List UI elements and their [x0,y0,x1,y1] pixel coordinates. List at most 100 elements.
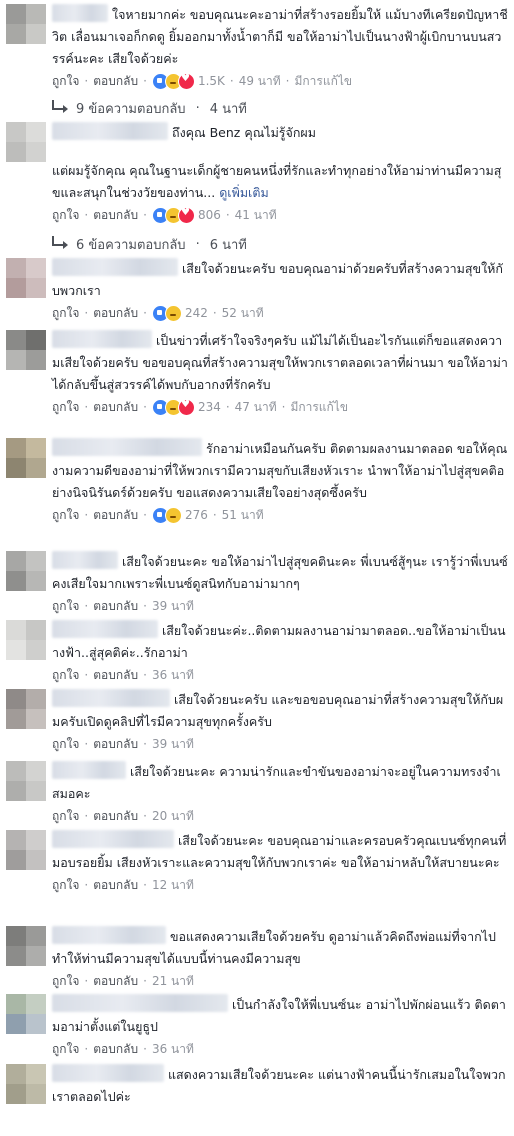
timestamp[interactable]: 49 นาที [239,72,281,91]
comment-text: เสียใจด้วยนะคะ ขอให้อาม่าไปสู่สุขคตินะคะ… [52,554,508,591]
like-link[interactable]: ถูกใจ [52,735,79,754]
reply-link[interactable]: ตอบกลับ [93,666,138,685]
reply-arrow-icon [52,100,68,113]
timestamp[interactable]: 39 นาที [152,597,194,616]
like-link[interactable]: ถูกใจ [52,597,79,616]
commenter-name[interactable] [52,994,228,1012]
avatar[interactable] [6,830,46,870]
reply-link[interactable]: ตอบกลับ [93,398,138,417]
love-reaction-icon [177,206,195,224]
comment-actions: ถูกใจ · ตอบกลับ · 36 นาที [52,1038,508,1060]
edited-label[interactable]: มีการแก้ไข [290,398,348,417]
timestamp[interactable]: 52 นาที [222,304,264,323]
reply-link[interactable]: ตอบกลับ [93,876,138,895]
avatar[interactable] [6,1064,46,1104]
reply-link[interactable]: ตอบกลับ [93,807,138,826]
reaction-count[interactable]: 242 [185,306,208,320]
reaction-count[interactable]: 276 [185,508,208,522]
reply-link[interactable]: ตอบกลับ [93,304,138,323]
timestamp[interactable]: 47 นาที [235,398,277,417]
avatar[interactable] [6,330,46,370]
avatar[interactable] [6,620,46,660]
timestamp[interactable]: 39 นาที [152,735,194,754]
replies-count[interactable]: 6 ข้อความตอบกลับ [76,234,186,255]
sad-reaction-icon [164,506,182,524]
timestamp[interactable]: 12 นาที [152,876,194,895]
comment-actions: ถูกใจ · ตอบกลับ · 36 นาที [52,664,508,686]
commenter-name[interactable] [52,1064,164,1082]
reply-link[interactable]: ตอบกลับ [93,72,138,91]
reply-link[interactable]: ตอบกลับ [93,735,138,754]
avatar[interactable] [6,761,46,801]
reaction-count[interactable]: 234 [198,400,221,414]
comment-actions: ถูกใจ· ตอบกลับ· 234· 47 นาที· มีการแก้ไข [52,396,508,418]
view-replies-link[interactable]: 9 ข้อความตอบกลับ · 4 นาที [52,98,508,118]
reply-link[interactable]: ตอบกลับ [93,1040,138,1059]
commenter-name[interactable] [52,830,174,848]
comment-actions: ถูกใจ· ตอบกลับ· 806· 41 นาที [52,204,508,226]
like-link[interactable]: ถูกใจ [52,398,79,417]
love-reaction-icon [177,398,195,416]
love-reaction-icon [177,72,195,90]
comment-text: ถึงคุณ Benz คุณไม่รู้จักผม [172,125,316,140]
reaction-icons[interactable] [151,72,195,90]
reaction-icons[interactable] [151,398,195,416]
like-link[interactable]: ถูกใจ [52,1040,79,1059]
timestamp[interactable]: 21 นาที [152,972,194,991]
reaction-count[interactable]: 806 [198,208,221,222]
reply-link[interactable]: ตอบกลับ [93,206,138,225]
see-more-link[interactable]: ดูเพิ่มเติม [219,185,269,200]
comment-actions: ถูกใจ · ตอบกลับ · 39 นาที [52,595,508,617]
comment-actions: ถูกใจ · ตอบกลับ · 20 นาที [52,805,508,827]
avatar[interactable] [6,258,46,298]
like-link[interactable]: ถูกใจ [52,876,79,895]
replies-count[interactable]: 9 ข้อความตอบกลับ [76,98,186,119]
comment-actions: ถูกใจ · ตอบกลับ · 276 · 51 นาที [52,504,508,526]
reaction-icons[interactable] [151,206,195,224]
avatar[interactable] [6,4,46,44]
avatar[interactable] [6,551,46,591]
sad-reaction-icon [164,304,182,322]
commenter-name[interactable] [52,258,178,276]
reply-link[interactable]: ตอบกลับ [93,972,138,991]
commenter-name[interactable] [52,122,168,140]
reply-arrow-icon [52,236,68,249]
avatar[interactable] [6,994,46,1034]
commenter-name[interactable] [52,330,152,348]
like-link[interactable]: ถูกใจ [52,304,79,323]
avatar[interactable] [6,438,46,478]
timestamp[interactable]: 41 นาที [235,206,277,225]
avatar[interactable] [6,122,46,162]
timestamp[interactable]: 36 นาที [152,1040,194,1059]
reaction-icons[interactable] [151,304,182,322]
comment-actions: ถูกใจ· ตอบกลับ· 1.5K· 49 นาที· มีการแก้ไ… [52,70,508,92]
avatar[interactable] [6,926,46,966]
commenter-name[interactable] [52,551,118,569]
like-link[interactable]: ถูกใจ [52,506,79,525]
avatar[interactable] [6,689,46,729]
timestamp[interactable]: 36 นาที [152,666,194,685]
timestamp[interactable]: 20 นาที [152,807,194,826]
reaction-icons[interactable] [151,506,182,524]
replies-time: 6 นาที [209,237,247,253]
reply-link[interactable]: ตอบกลับ [93,506,138,525]
like-link[interactable]: ถูกใจ [52,666,79,685]
reply-link[interactable]: ตอบกลับ [93,597,138,616]
commenter-name[interactable] [52,4,108,22]
commenter-name[interactable] [52,761,126,779]
commenter-name[interactable] [52,620,158,638]
comment-actions: ถูกใจ · ตอบกลับ · 21 นาที [52,970,508,992]
comment-text: ใจหายมากค่ะ ขอบคุณนะคะอาม่าที่สร้างรอยยิ… [52,7,508,66]
commenter-name[interactable] [52,689,170,707]
like-link[interactable]: ถูกใจ [52,72,79,91]
commenter-name[interactable] [52,926,166,944]
comment-feed: ใจหายมากค่ะ ขอบคุณนะคะอาม่าที่สร้างรอยยิ… [0,0,514,1136]
commenter-name[interactable] [52,438,202,456]
edited-label[interactable]: มีการแก้ไข [294,72,352,91]
like-link[interactable]: ถูกใจ [52,206,79,225]
like-link[interactable]: ถูกใจ [52,972,79,991]
view-replies-link[interactable]: 6 ข้อความตอบกลับ · 6 นาที [52,234,508,254]
reaction-count[interactable]: 1.5K [198,74,225,88]
like-link[interactable]: ถูกใจ [52,807,79,826]
timestamp[interactable]: 51 นาที [222,506,264,525]
